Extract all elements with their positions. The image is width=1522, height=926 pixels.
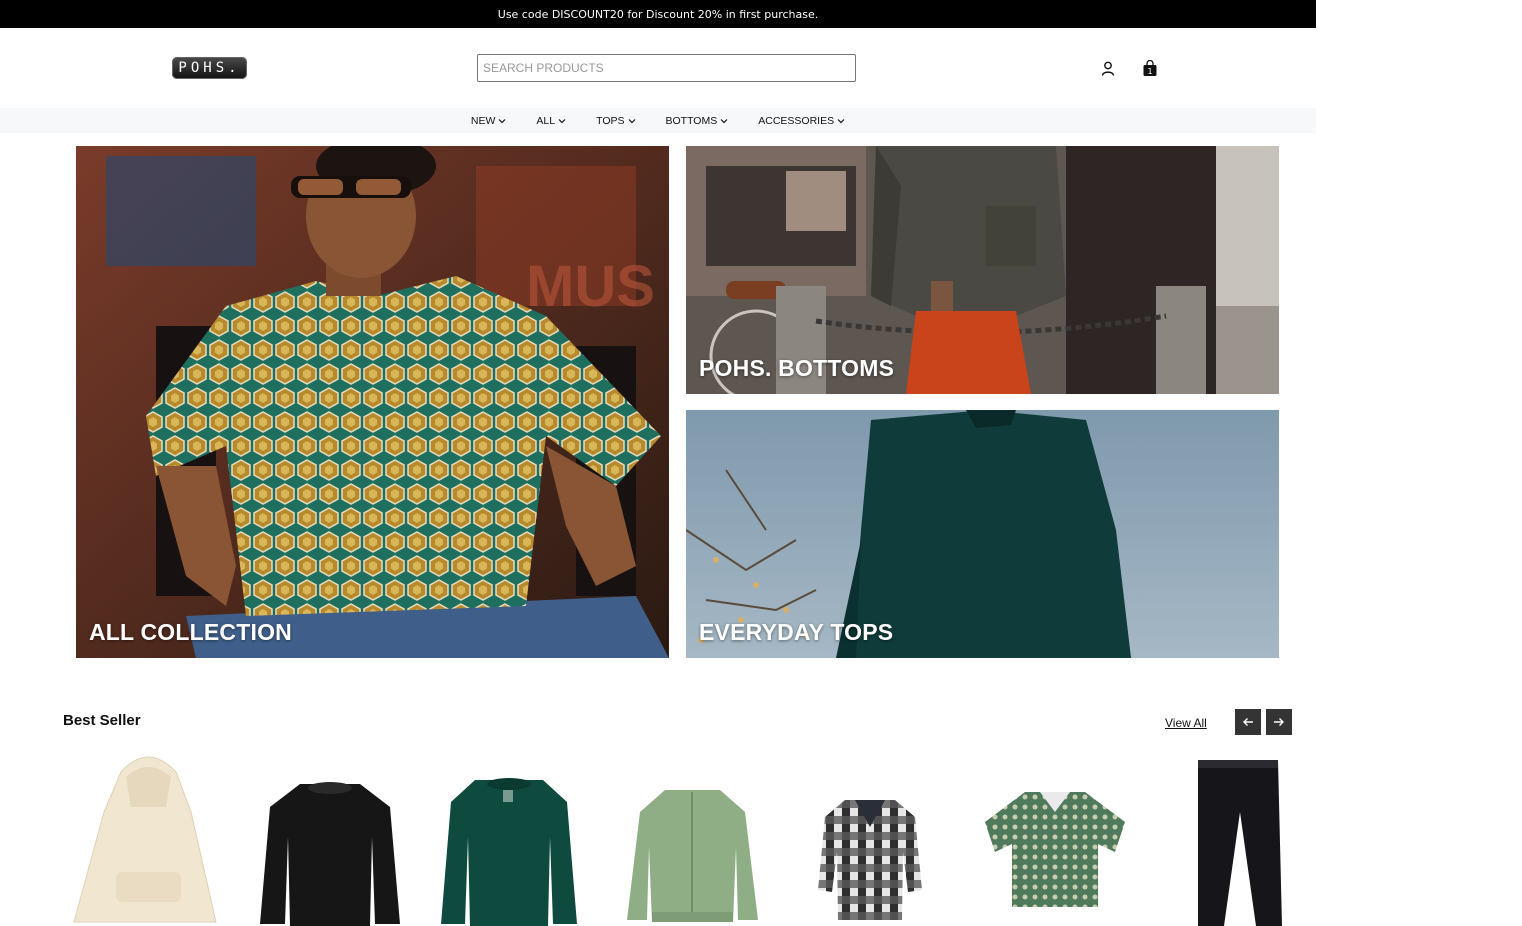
product-card-green-bomber-jacket[interactable]	[620, 752, 765, 926]
nav-item-accessories[interactable]: ACCESSORIES	[758, 115, 845, 127]
arrow-right-icon[interactable]	[1266, 709, 1292, 735]
cart-count-badge: 1	[1147, 67, 1152, 76]
plaid-flannel-shirt-image	[818, 800, 922, 920]
product-card-black-sweater[interactable]	[255, 752, 405, 926]
view-all-link[interactable]: View All	[1165, 716, 1207, 730]
nav-item-label: BOTTOMS	[665, 114, 718, 127]
nav-item-label: ALL	[536, 114, 556, 127]
nav-item-all[interactable]: ALL	[536, 115, 566, 127]
banner-label-all-collection: ALL COLLECTION	[89, 619, 292, 645]
announcement-text: Use code DISCOUNT20 for Discount 20% in …	[497, 7, 819, 21]
banner-label-bottoms: POHS. BOTTOMS	[699, 355, 895, 381]
arrow-left-icon[interactable]	[1235, 709, 1261, 735]
product-card-patterned-shirt[interactable]	[980, 752, 1130, 926]
model-patterned-shirt-image: MUS	[76, 146, 669, 658]
user-icon[interactable]	[1098, 58, 1118, 78]
product-card-cream-hoodie[interactable]	[66, 752, 231, 926]
nav-item-tops[interactable]: TOPS	[596, 115, 635, 127]
nav-item-new[interactable]: NEW	[471, 115, 507, 127]
nav-item-label: TOPS	[596, 114, 625, 127]
best-seller-title: Best Seller	[63, 712, 141, 729]
nav-item-label: NEW	[470, 114, 496, 127]
product-card-black-jeans[interactable]	[1190, 752, 1290, 926]
store-logo[interactable]: POHS.	[172, 57, 247, 79]
black-jeans-image	[1198, 760, 1282, 926]
search-input[interactable]	[477, 54, 856, 82]
main-nav: NEW ALL TOPS BOTTOMS ACCESSORIES	[0, 108, 1316, 133]
banner-bottoms[interactable]: POHS. BOTTOMS	[686, 146, 1279, 394]
product-card-green-sweatshirt[interactable]	[435, 752, 583, 926]
banner-tops[interactable]: EVERYDAY TOPS	[686, 410, 1279, 658]
chevron-down-icon	[498, 118, 506, 123]
product-card-plaid-flannel-shirt[interactable]	[810, 752, 930, 926]
banner-label-tops: EVERYDAY TOPS	[699, 619, 894, 645]
patterned-shirt-image	[985, 792, 1125, 907]
black-sweater-image	[260, 782, 400, 926]
cream-hoodie-image	[73, 756, 217, 923]
banner-all-collection[interactable]: MUS ALL COLLECTION	[76, 146, 669, 658]
nav-item-bottoms[interactable]: BOTTOMS	[666, 115, 729, 127]
green-bomber-jacket-image	[627, 790, 758, 922]
green-sweatshirt-image	[441, 778, 577, 926]
chevron-down-icon	[720, 118, 728, 123]
shopping-bag-icon[interactable]: 1	[1140, 58, 1160, 78]
chevron-down-icon	[837, 118, 845, 123]
chevron-down-icon	[558, 118, 566, 123]
svg-text:MUS: MUS	[526, 254, 655, 319]
chevron-down-icon	[628, 118, 635, 123]
site-header: POHS. 1	[0, 28, 1316, 108]
announcement-bar: Use code DISCOUNT20 for Discount 20% in …	[0, 0, 1316, 28]
nav-item-label: ACCESSORIES	[758, 114, 835, 127]
